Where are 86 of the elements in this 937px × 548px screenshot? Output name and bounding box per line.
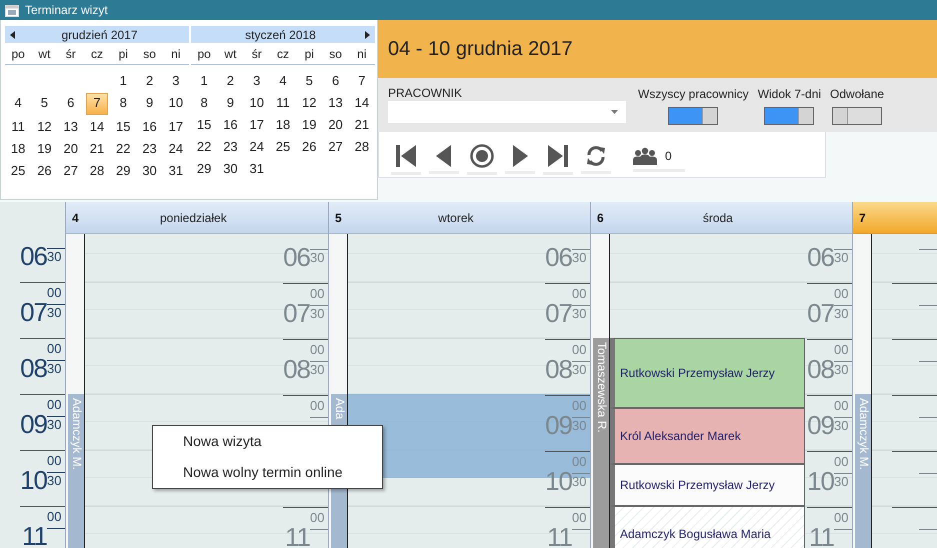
hour-label: 10	[807, 467, 834, 495]
hour-label: 10	[20, 466, 47, 494]
date-range-title: 04 - 10 grudnia 2017	[388, 38, 573, 60]
weekday-label: śr	[64, 47, 77, 61]
minute-label: 30	[47, 360, 65, 376]
minute-label: 30	[47, 248, 65, 264]
toggle-label: Wszyscy pracownicy	[638, 87, 749, 101]
weekday-label: wt	[37, 47, 52, 61]
window-title: Terminarz wizyt	[25, 3, 108, 17]
hour-label: 08	[807, 355, 834, 383]
month-title: grudzień 2017	[60, 28, 139, 42]
minute-label: 30	[834, 361, 852, 377]
toggle-label: Widok 7-dni	[758, 87, 822, 101]
minute-label: 00	[310, 511, 326, 525]
weekday-label: cz	[276, 47, 290, 61]
hour-label: 06	[545, 243, 572, 271]
minute-label: 00	[834, 343, 850, 357]
minute-label: 00	[834, 511, 850, 525]
minute-label: 30	[310, 249, 328, 265]
minute-label: 30	[834, 305, 852, 321]
weekday-label: pi	[118, 47, 129, 61]
minute-label: 00	[572, 511, 588, 525]
minute-label: 00	[834, 455, 850, 469]
minute-label: 00	[47, 398, 62, 412]
hour-label: 07	[283, 299, 310, 327]
minute-label: 30	[572, 305, 590, 321]
minute-label: 30	[47, 472, 65, 488]
minute-label: 30	[572, 249, 590, 265]
minute-label: 00	[47, 510, 62, 524]
minute-label: 30	[47, 304, 65, 320]
hour-label: 07	[807, 299, 834, 327]
weekday-label: cz	[90, 47, 104, 61]
minute-label: 00	[572, 399, 588, 413]
day-number: 5	[335, 210, 342, 224]
minute-label: 30	[834, 473, 852, 489]
minute-label: 00	[47, 342, 62, 356]
toggle-label: Odwołane	[830, 87, 884, 101]
minute-label: 30	[310, 305, 328, 321]
minute-label: 30	[834, 249, 852, 265]
minute-label: 00	[834, 287, 850, 301]
minute-label: 30	[47, 416, 65, 432]
hour-label: 07	[20, 298, 47, 326]
day-number: 7	[859, 210, 866, 224]
minute-label: 00	[572, 343, 588, 357]
weekday-label: so	[142, 47, 157, 61]
weekday-label: śr	[250, 47, 263, 61]
minute-label: 00	[310, 399, 326, 413]
weekday-label: po	[196, 47, 212, 61]
hour-label: 11	[809, 523, 834, 548]
month-title: styczeń 2018	[244, 28, 317, 42]
minute-label: 00	[572, 455, 588, 469]
hour-label: 06	[283, 243, 310, 271]
hour-label: 09	[545, 411, 572, 439]
day-number: 6	[597, 210, 604, 224]
minute-label: 00	[310, 287, 326, 301]
hour-label: 09	[807, 411, 834, 439]
day-name: poniedziałek	[158, 210, 228, 224]
minute-label: 00	[310, 343, 326, 357]
hour-label: 08	[20, 354, 47, 382]
minute-label: 30	[572, 361, 590, 377]
hour-label: 09	[20, 410, 47, 438]
hour-label: 11	[547, 523, 572, 548]
day-name: wtorek	[437, 210, 475, 224]
minute-label: 00	[572, 287, 588, 301]
hour-label: 08	[283, 355, 310, 383]
hour-label: 06	[807, 243, 834, 271]
minute-label: 00	[47, 454, 62, 468]
field-label: PRACOWNIK	[388, 86, 464, 100]
hour-label: 07	[545, 299, 572, 327]
weekday-label: ni	[356, 47, 368, 61]
day-number: 4	[72, 210, 79, 224]
weekday-label: pi	[304, 47, 315, 61]
minute-label: 30	[310, 361, 328, 377]
hour-label: 08	[545, 355, 572, 383]
hour-label: 11	[22, 522, 47, 548]
weekday-label: po	[10, 47, 26, 61]
patient-count: 0	[665, 149, 672, 163]
weekday-label: ni	[170, 47, 182, 61]
minute-label: 00	[47, 286, 62, 300]
weekday-label: wt	[223, 47, 238, 61]
weekday-label: so	[328, 47, 343, 61]
minute-label: 00	[834, 399, 850, 413]
minute-label: 30	[834, 417, 852, 433]
hour-label: 11	[285, 523, 310, 548]
day-name: środa	[702, 210, 734, 224]
hour-label: 06	[20, 242, 47, 270]
